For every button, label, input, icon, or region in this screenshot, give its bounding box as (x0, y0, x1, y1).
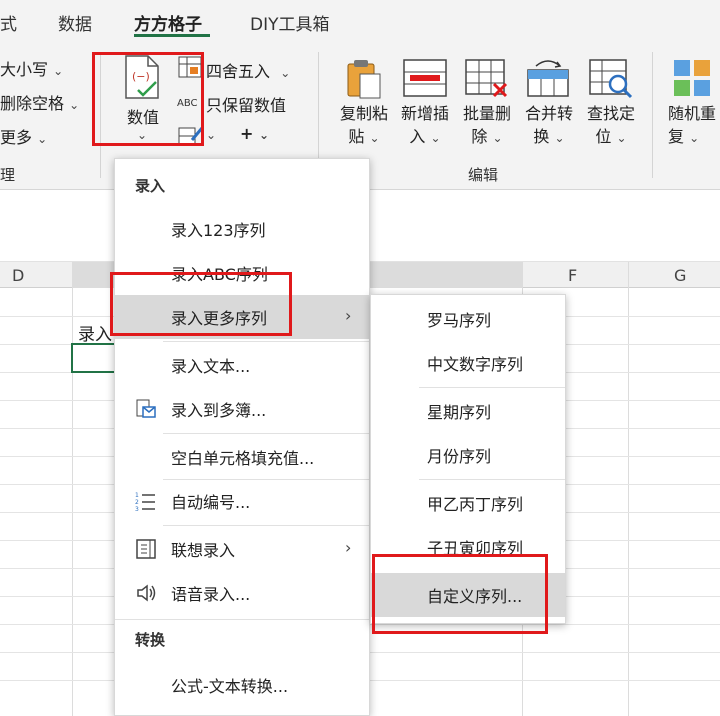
speaker-icon (137, 584, 156, 602)
submenu-item-roman[interactable]: 罗马序列 (371, 297, 565, 341)
menu-item-fill-blank-cells[interactable]: 空白单元格填充值... (115, 435, 369, 479)
tab-formulas[interactable]: 式 (0, 10, 17, 35)
tab-diy-toolbox[interactable]: DIY工具箱 (250, 10, 330, 35)
menu-item-auto-numbering[interactable]: 1 2 3 自动编号... (115, 479, 369, 523)
merge-convert-label: 合并转换 ⌄ (524, 104, 573, 146)
column-header-d[interactable]: D (12, 266, 24, 285)
chevron-down-icon: ⌄ (616, 131, 627, 145)
menu-separator (419, 387, 565, 388)
find-icon (589, 59, 633, 99)
menu-item-voice-input[interactable]: 语音录入... (115, 571, 369, 615)
copy-paste-button[interactable]: 复制粘贴 ⌄ (334, 52, 394, 152)
trim-spaces-button[interactable]: 删除空格 ⌄ (0, 90, 79, 114)
random-repeat-label: 随机重复 ⌄ (668, 104, 717, 146)
find-locate-button[interactable]: 查找定位 ⌄ (580, 52, 642, 152)
active-tab-indicator (134, 34, 210, 37)
merge-convert-button[interactable]: 合并转换 ⌄ (518, 52, 580, 152)
active-cell[interactable] (71, 343, 117, 373)
chevron-down-icon: ⌄ (206, 128, 217, 142)
more-button[interactable]: 更多 ⌄ (0, 124, 47, 148)
chevron-down-icon: ⌄ (37, 132, 48, 146)
edit-group-label: 编辑 (468, 166, 499, 184)
rounding-button[interactable]: 四舍五入 ⌄ (206, 58, 290, 82)
menu-item-input-123[interactable]: 录入123序列 (115, 207, 369, 251)
random-repeat-button[interactable]: 随机重复 ⌄ (662, 52, 720, 152)
multi-workbook-icon (136, 399, 156, 418)
column-header-g[interactable]: G (674, 266, 686, 285)
chevron-down-icon: ⌄ (430, 131, 441, 145)
chevron-down-icon: ⌄ (258, 128, 270, 142)
menu-separator (163, 433, 369, 434)
find-locate-label: 查找定位 ⌄ (586, 104, 635, 146)
group-label-text: 理 (0, 166, 16, 184)
insert-label: 新增插入 ⌄ (400, 104, 449, 146)
chevron-down-icon: ⌄ (689, 131, 700, 145)
submenu-item-month[interactable]: 月份序列 (371, 433, 565, 477)
submenu-item-heavenly-stems[interactable]: 甲乙丙丁序列 (371, 481, 565, 525)
menu-separator (419, 479, 565, 480)
menu-separator (163, 341, 369, 342)
copy-paste-label: 复制粘贴 ⌄ (339, 104, 388, 146)
menu-separator (115, 619, 369, 620)
chevron-down-icon: ⌄ (69, 98, 80, 112)
menu-item-input-multi-workbook[interactable]: 录入到多簿... (115, 387, 369, 431)
value-dropdown-menu: 录入 录入123序列 录入ABC序列 录入更多序列 › 录入文本... 录入到多… (114, 158, 370, 716)
highlight-box-more-series (110, 272, 292, 336)
menu-section-input: 录入 (135, 177, 166, 195)
chevron-right-icon: › (345, 306, 352, 325)
highlight-box-custom-series (372, 554, 548, 634)
random-icon (674, 60, 710, 96)
chevron-down-icon: ⌄ (554, 131, 565, 145)
add-button[interactable]: + ⌄ (240, 124, 269, 143)
svg-text:2: 2 (135, 499, 139, 506)
chevron-right-icon: › (345, 538, 352, 557)
chevron-down-icon: ⌄ (369, 131, 380, 145)
svg-text:1: 1 (135, 492, 139, 499)
insert-button[interactable]: 新增插入 ⌄ (394, 52, 456, 152)
clipboard-icon (347, 60, 381, 99)
highlight-box-value-button (92, 52, 204, 146)
tab-fangfanggezi[interactable]: 方方格子 (134, 10, 202, 35)
grid-line (72, 262, 73, 716)
chevron-down-icon: ⌄ (492, 131, 503, 145)
submenu-item-weekday[interactable]: 星期序列 (371, 389, 565, 433)
numbered-list-icon: 1 2 3 (135, 492, 155, 512)
keep-values-button[interactable]: 只保留数值 (206, 92, 286, 116)
menu-item-associative-input[interactable]: 联想录入 › (115, 527, 369, 571)
menu-section-convert: 转换 (135, 631, 166, 649)
chevron-down-icon: ⌄ (280, 66, 291, 80)
menu-separator (163, 525, 369, 526)
batch-delete-button[interactable]: 批量删除 ⌄ (456, 52, 518, 152)
grid-line (628, 262, 629, 716)
delete-grid-icon (465, 59, 508, 98)
menu-item-formula-text-convert[interactable]: 公式-文本转换... (115, 663, 369, 707)
case-button[interactable]: 大小写 ⌄ (0, 56, 63, 80)
chevron-down-icon: ⌄ (53, 64, 64, 78)
tab-data[interactable]: 数据 (58, 10, 92, 35)
insert-rows-icon (403, 59, 447, 97)
batch-delete-label: 批量删除 ⌄ (462, 104, 511, 146)
cell-text[interactable]: 录入 (78, 320, 112, 345)
ribbon-tab-bar: 式 数据 方方格子 DIY工具箱 (0, 0, 720, 44)
svg-text:3: 3 (135, 506, 139, 512)
menu-item-input-text[interactable]: 录入文本... (115, 343, 369, 387)
submenu-item-chinese-numerals[interactable]: 中文数字序列 (371, 341, 565, 385)
ribbon-separator (652, 52, 653, 178)
merge-icon (527, 60, 569, 97)
list-box-icon (136, 539, 156, 559)
column-header-f[interactable]: F (568, 266, 577, 285)
